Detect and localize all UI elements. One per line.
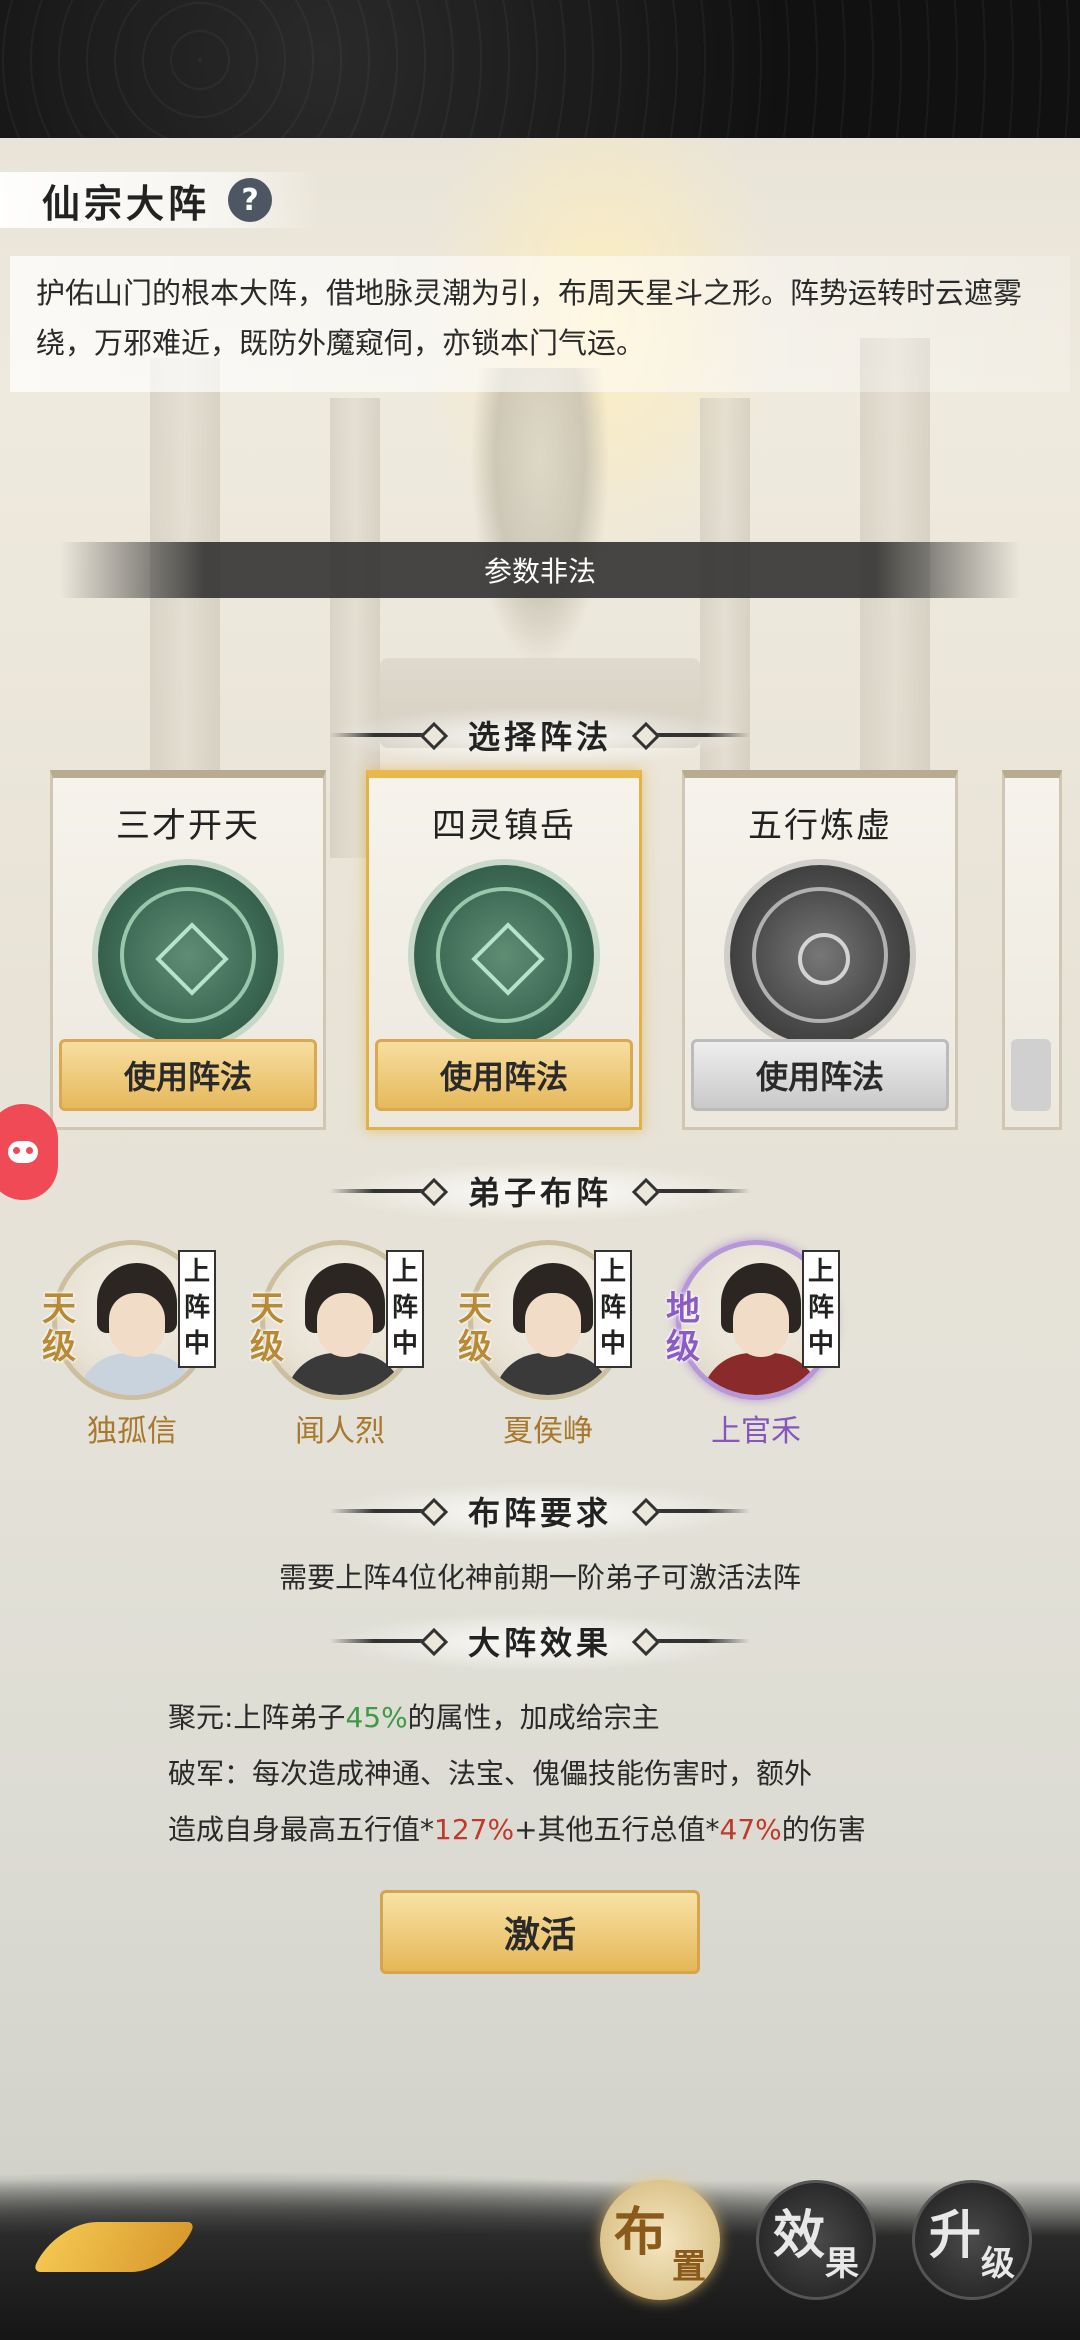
formation-name: 四灵镇岳 xyxy=(432,806,576,846)
effect-line-3: 造成自身最高五行值*127%+其他五行总值*47%的伤害 xyxy=(168,1813,866,1846)
disciple-status-badge: 上阵中 xyxy=(178,1250,216,1368)
page-title-bar: 仙宗大阵 ? xyxy=(0,172,320,228)
formation-description: 护佑山门的根本大阵，借地脉灵潮为引，布周天星斗之形。阵势运转时云遮雾绕，万邪难近… xyxy=(36,276,1023,360)
disciple-status-badge: 上阵中 xyxy=(386,1250,424,1368)
formation-emblem-icon xyxy=(414,865,594,1045)
nav-effect-button[interactable]: 效 果 xyxy=(756,2180,876,2300)
formation-name: 五行炼虚 xyxy=(748,806,892,846)
error-banner: 参数非法 xyxy=(60,542,1020,598)
formation-name: 三才开天 xyxy=(116,806,260,846)
effect-line-1: 聚元:上阵弟子45%的属性，加成给宗主 xyxy=(168,1701,660,1734)
section-effect: 大阵效果 xyxy=(0,1616,1080,1666)
section-title: 布阵要求 xyxy=(467,1494,612,1532)
top-status-area xyxy=(0,0,1080,138)
nav-layout-button[interactable]: 布 置 xyxy=(600,2180,720,2300)
formation-emblem-icon xyxy=(98,865,278,1045)
disciple-grade: 地级 xyxy=(666,1289,700,1367)
activate-button[interactable]: 激活 xyxy=(380,1890,700,1974)
formation-card-1[interactable]: 三才开天 使用阵法 xyxy=(50,770,326,1130)
formation-card-2[interactable]: 四灵镇岳 使用阵法 xyxy=(366,770,642,1130)
disciple-grade: 天级 xyxy=(250,1289,284,1367)
section-title: 大阵效果 xyxy=(467,1624,612,1662)
disciple-slot-4[interactable]: 地级 上阵中 上官禾 xyxy=(666,1240,856,1450)
section-requirement: 布阵要求 xyxy=(0,1486,1080,1536)
formation-card-4-partial[interactable] xyxy=(1002,770,1062,1130)
error-banner-text: 参数非法 xyxy=(483,555,596,588)
disciple-status-badge: 上阵中 xyxy=(594,1250,632,1368)
section-select-formation: 选择阵法 xyxy=(0,710,1080,760)
disciple-slot-2[interactable]: 天级 上阵中 闻人烈 xyxy=(250,1240,440,1450)
page-title: 仙宗大阵 xyxy=(42,180,211,226)
formation-emblem-icon xyxy=(730,865,910,1045)
effect-description: 聚元:上阵弟子45%的属性，加成给宗主 破军：每次造成神通、法宝、傀儡技能伤害时… xyxy=(168,1690,1048,1858)
disciple-slot-3[interactable]: 天级 上阵中 夏侯峥 xyxy=(458,1240,648,1450)
section-title: 选择阵法 xyxy=(467,718,612,756)
disciple-grade: 天级 xyxy=(458,1289,492,1367)
disciple-status-badge: 上阵中 xyxy=(802,1250,840,1368)
section-title: 弟子布阵 xyxy=(467,1174,612,1212)
effect-line-2: 破军：每次造成神通、法宝、傀儡技能伤害时，额外 xyxy=(168,1757,813,1790)
disciple-name: 独孤信 xyxy=(87,1414,177,1449)
use-formation-button[interactable]: 使用阵法 xyxy=(375,1039,633,1111)
nav-upgrade-button[interactable]: 升 级 xyxy=(912,2180,1032,2300)
disciple-name: 上官禾 xyxy=(711,1414,801,1449)
disciple-grade: 天级 xyxy=(42,1289,76,1367)
disciple-name: 夏侯峥 xyxy=(503,1414,593,1449)
help-icon[interactable]: ? xyxy=(228,178,273,222)
use-formation-button[interactable]: 使用阵法 xyxy=(59,1039,317,1111)
disciple-name: 闻人烈 xyxy=(295,1414,385,1449)
formation-card-3[interactable]: 五行炼虚 使用阵法 xyxy=(682,770,958,1130)
disciple-slot-1[interactable]: 天级 上阵中 独孤信 xyxy=(42,1240,232,1450)
requirement-text: 需要上阵4位化神前期一阶弟子可激活法阵 xyxy=(279,1561,801,1594)
section-disciples: 弟子布阵 xyxy=(0,1166,1080,1216)
use-formation-button[interactable]: 使用阵法 xyxy=(691,1039,949,1111)
